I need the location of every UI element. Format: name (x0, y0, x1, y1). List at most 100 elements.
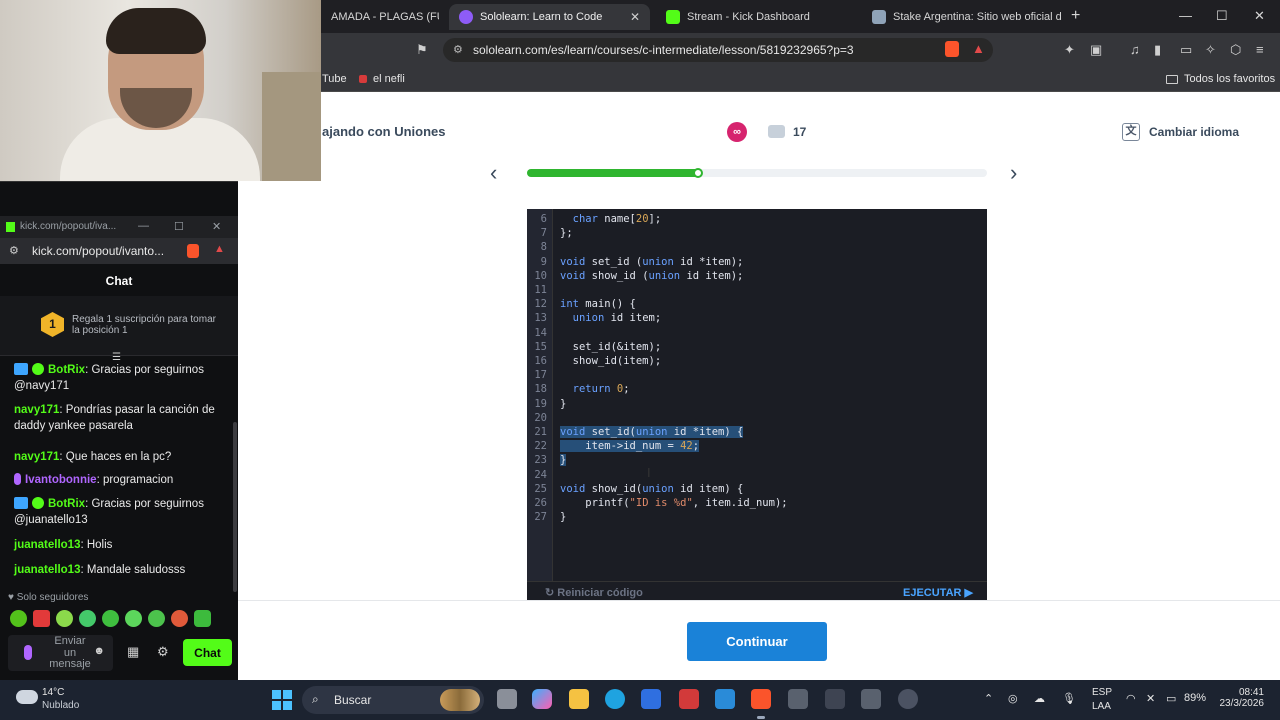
tab-sololearn[interactable]: Sololearn: Learn to Code ✕ (449, 4, 650, 30)
code-line[interactable]: 9 void set_id (union id *item); (527, 256, 987, 270)
emote-icon[interactable] (102, 610, 119, 627)
emoji-icon[interactable]: ☻ (93, 645, 105, 657)
bookmark-icon[interactable]: ⚑ (416, 42, 428, 58)
code-line[interactable]: 10 void show_id (union id item); (527, 270, 987, 284)
tab-stake[interactable]: Stake Argentina: Sitio web oficial de c (862, 4, 1062, 30)
brave-rewards-icon[interactable]: ▲ (972, 41, 985, 56)
tab-plagas[interactable]: AMADA - PLAGAS (FULL A (321, 4, 439, 30)
brave-shields-icon[interactable] (187, 244, 199, 258)
reset-code-button[interactable]: ↻ Reiniciar código (545, 586, 643, 599)
site-info-icon[interactable]: ⚙ (453, 43, 463, 56)
code-line[interactable]: 13 union id item; (527, 312, 987, 326)
chat-username[interactable]: navy171 (14, 451, 59, 463)
translate-icon[interactable]: 文 (1122, 123, 1140, 141)
volume-muted-icon[interactable]: ✕ (1146, 692, 1155, 705)
all-bookmarks-folder[interactable]: Todos los favoritos (1166, 73, 1275, 85)
copilot-icon[interactable] (532, 689, 552, 709)
wifi-icon[interactable]: ◠ (1126, 692, 1136, 705)
hearts-infinite-icon[interactable]: ∞ (727, 122, 747, 142)
code-line[interactable]: 8 (527, 241, 987, 255)
emote-icon[interactable] (33, 610, 50, 627)
microphone-tray-icon[interactable]: 🎙 (1062, 692, 1076, 705)
code-line[interactable]: 24 (527, 469, 987, 483)
extensions-icon[interactable]: ✦ (1064, 42, 1075, 58)
code-line[interactable]: 25 void show_id(union id item) { (527, 483, 987, 497)
site-info-icon[interactable]: ⚙ (9, 244, 19, 257)
vscode-icon[interactable] (715, 689, 735, 709)
weather-description[interactable]: Nublado (42, 700, 79, 711)
code-line[interactable]: 26 printf("ID is %d", item.id_num); (527, 497, 987, 511)
chat-username[interactable]: navy171 (14, 404, 59, 416)
chat-username[interactable]: juanatello13 (14, 564, 80, 576)
close-window-button[interactable]: ✕ (1254, 8, 1265, 24)
close-tab-icon[interactable]: ✕ (622, 10, 640, 24)
code-line[interactable]: 12 int main() { (527, 298, 987, 312)
edge-icon[interactable] (605, 689, 625, 709)
code-line[interactable]: 11 (527, 284, 987, 298)
settings-icon[interactable] (898, 689, 918, 709)
new-tab-button[interactable]: + (1071, 7, 1080, 25)
input-language[interactable]: ESP (1092, 687, 1112, 698)
battery-percent[interactable]: 89% (1184, 692, 1206, 704)
code-line[interactable]: 21 void set_id(union id *item) { (527, 426, 987, 440)
code-line[interactable]: 7}; (527, 227, 987, 241)
chat-scrollbar[interactable] (233, 422, 237, 592)
file-explorer-icon[interactable] (569, 689, 589, 709)
screenshot-icon[interactable]: ▣ (1090, 42, 1102, 58)
calculator-icon[interactable] (861, 689, 881, 709)
next-page-button[interactable]: › (1010, 160, 1017, 186)
brave-browser-icon[interactable] (751, 689, 771, 709)
bookmark-el-nefli[interactable]: el nefli (359, 73, 405, 85)
minimize-button[interactable]: — (1179, 8, 1192, 23)
network-sync-icon[interactable]: ◎ (1008, 692, 1018, 705)
gift-subscription-banner[interactable]: 1 Regala 1 suscripción para tomar la pos… (0, 296, 238, 356)
chat-maximize-button[interactable]: ☐ (174, 220, 184, 233)
chat-close-button[interactable]: ✕ (212, 220, 221, 233)
url-field[interactable]: ⚙ sololearn.com/es/learn/courses/c-inter… (443, 38, 993, 62)
cloud-sync-icon[interactable]: ☁ (1034, 692, 1045, 705)
taskbar-search[interactable]: ⌕ Buscar (302, 686, 484, 714)
run-button[interactable]: EJECUTAR ▶ (903, 586, 973, 599)
battery-icon[interactable]: ▭ (1166, 692, 1176, 705)
mcafee-icon[interactable] (679, 689, 699, 709)
code-line[interactable]: 14 (527, 327, 987, 341)
code-line[interactable]: 18 return 0; (527, 383, 987, 397)
store-app-icon[interactable] (641, 689, 661, 709)
clock[interactable]: 08:41 23/3/2026 (1218, 687, 1265, 709)
code-editor[interactable]: 6 char name[20]; 7}; 8 9 void set_id (union … (527, 209, 987, 600)
bookmark-youtube[interactable]: Tube (322, 73, 347, 85)
code-line[interactable]: 22 item->id_num = 42; (527, 440, 987, 454)
maximize-button[interactable]: ☐ (1216, 8, 1228, 24)
chat-message-input[interactable]: Enviar un mensaje ☻ (8, 635, 113, 671)
comments-icon[interactable] (768, 125, 785, 138)
code-line[interactable]: 19} (527, 398, 987, 412)
chat-send-button[interactable]: Chat (183, 639, 232, 666)
vpn-icon[interactable]: ⬡ (1230, 42, 1241, 58)
code-line[interactable]: 23} (527, 454, 987, 468)
chat-username[interactable]: juanatello13 (14, 539, 80, 551)
code-line[interactable]: 17 (527, 369, 987, 383)
cloud-icon[interactable] (16, 690, 38, 704)
weather-temperature[interactable]: 14°C (42, 687, 64, 698)
start-button[interactable] (272, 690, 292, 710)
wallet-icon[interactable]: ▭ (1180, 42, 1192, 58)
code-line[interactable]: 27} (527, 511, 987, 525)
emote-icon[interactable] (171, 610, 188, 627)
chat-minimize-button[interactable]: — (138, 220, 149, 232)
change-language-button[interactable]: Cambiar idioma (1149, 125, 1239, 139)
continue-button[interactable]: Continuar (687, 622, 827, 661)
chat-username[interactable]: BotRix (48, 364, 85, 376)
emote-icon[interactable] (125, 610, 142, 627)
code-line[interactable]: 16 show_id(item); (527, 355, 987, 369)
settings-gear-icon[interactable]: ⚙ (157, 644, 169, 660)
show-hidden-icons-icon[interactable]: ⌃ (984, 692, 993, 705)
emote-icon[interactable] (148, 610, 165, 627)
emote-icon[interactable] (56, 610, 73, 627)
code-line[interactable]: 20 (527, 412, 987, 426)
app-icon[interactable] (788, 689, 808, 709)
menu-icon[interactable]: ≡ (1256, 42, 1264, 57)
task-view-icon[interactable] (497, 689, 517, 709)
wifi-app-icon[interactable] (825, 689, 845, 709)
media-icon[interactable]: ♫ (1130, 42, 1140, 57)
leo-ai-icon[interactable]: ✧ (1205, 42, 1216, 58)
